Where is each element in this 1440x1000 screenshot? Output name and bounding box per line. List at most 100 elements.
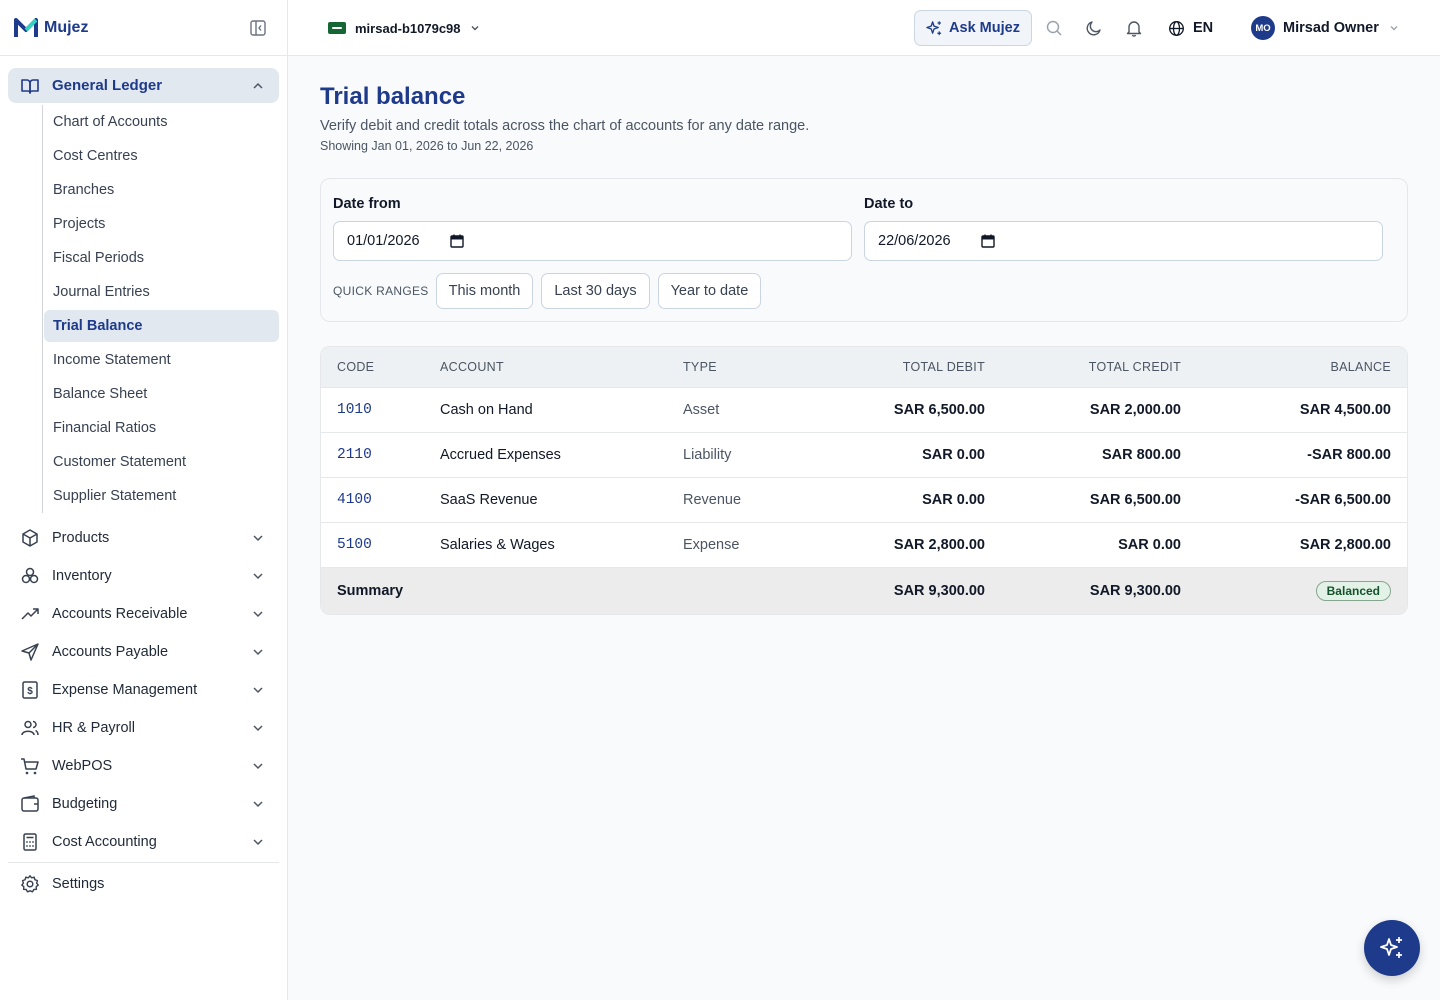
chevron-down-icon xyxy=(253,687,263,694)
account-code-link[interactable]: 1010 xyxy=(321,387,424,433)
summary-total-credit: SAR 9,300.00 xyxy=(1001,567,1197,614)
topbar: mirsad-b1079c98 Ask Mujez EN MO Mirsad O… xyxy=(288,0,1440,56)
column-header-total-debit[interactable]: TOTAL DEBIT xyxy=(797,347,1001,388)
total-debit: SAR 0.00 xyxy=(797,432,1001,478)
send-icon xyxy=(21,643,39,661)
ask-mujez-button[interactable]: Ask Mujez xyxy=(914,10,1032,46)
account-code-link[interactable]: 2110 xyxy=(321,432,424,478)
sparkles-icon xyxy=(1380,937,1402,958)
sidebar-nav: General Ledger Chart of Accounts Cost Ce… xyxy=(0,56,287,903)
filter-card: Date from 01/01/2026 Date to 22/06/2026 … xyxy=(320,178,1408,322)
sidebar-item-customer-statement[interactable]: Customer Statement xyxy=(44,445,279,479)
table-row: 4100 SaaS Revenue Revenue SAR 0.00 SAR 6… xyxy=(321,477,1407,523)
total-credit: SAR 6,500.00 xyxy=(1001,477,1197,523)
sidebar-submenu: Chart of Accounts Cost Centres Branches … xyxy=(42,105,279,513)
search-icon[interactable] xyxy=(1045,19,1063,37)
calendar-icon[interactable] xyxy=(980,234,995,248)
chevron-down-icon xyxy=(253,611,263,618)
sidebar-item-financial-ratios[interactable]: Financial Ratios xyxy=(44,411,279,445)
account-name: Salaries & Wages xyxy=(424,522,667,568)
sidebar-item-accounts-payable[interactable]: Accounts Payable xyxy=(8,633,279,671)
account-code-link[interactable]: 4100 xyxy=(321,477,424,523)
summary-label: Summary xyxy=(321,567,797,614)
column-header-balance[interactable]: BALANCE xyxy=(1197,347,1407,388)
workspace-switcher[interactable]: mirsad-b1079c98 xyxy=(320,14,489,42)
column-header-total-credit[interactable]: TOTAL CREDIT xyxy=(1001,347,1197,388)
summary-status-cell: Balanced xyxy=(1197,567,1407,614)
sidebar-group-general-ledger[interactable]: General Ledger xyxy=(8,68,279,103)
table-row: 2110 Accrued Expenses Liability SAR 0.00… xyxy=(321,432,1407,478)
balance: -SAR 800.00 xyxy=(1197,432,1407,478)
sidebar-item-cost-accounting[interactable]: Cost Accounting xyxy=(8,823,279,861)
sidebar-item-expense-management[interactable]: $ Expense Management xyxy=(8,671,279,709)
book-open-icon xyxy=(21,78,39,94)
sidebar-item-label: Expense Management xyxy=(52,682,198,698)
sidebar-item-label: Accounts Payable xyxy=(52,644,169,660)
sidebar-item-settings[interactable]: Settings xyxy=(8,865,279,903)
date-to-label: Date to xyxy=(864,196,914,212)
account-type: Revenue xyxy=(667,477,797,523)
sidebar-item-label: Products xyxy=(52,530,110,546)
balance: SAR 2,800.00 xyxy=(1197,522,1407,568)
table-row: 1010 Cash on Hand Asset SAR 6,500.00 SAR… xyxy=(321,387,1407,433)
sidebar-item-chart-of-accounts[interactable]: Chart of Accounts xyxy=(44,105,279,139)
date-range-summary: Showing Jan 01, 2026 to Jun 22, 2026 xyxy=(320,139,534,153)
calendar-icon[interactable] xyxy=(449,234,464,248)
sparkles-icon xyxy=(926,20,942,35)
bell-icon[interactable] xyxy=(1125,19,1143,37)
brand-name: Mujez xyxy=(44,18,89,36)
moon-icon[interactable] xyxy=(1085,19,1103,37)
table-header-row: CODE ACCOUNT TYPE TOTAL DEBIT TOTAL CRED… xyxy=(321,347,1407,388)
sidebar-collapse-icon[interactable] xyxy=(249,19,267,37)
trial-balance-table: CODE ACCOUNT TYPE TOTAL DEBIT TOTAL CRED… xyxy=(320,346,1408,615)
sidebar-item-fiscal-periods[interactable]: Fiscal Periods xyxy=(44,241,279,275)
sidebar-item-journal-entries[interactable]: Journal Entries xyxy=(44,275,279,309)
table-row: 5100 Salaries & Wages Expense SAR 2,800.… xyxy=(321,522,1407,568)
column-header-code[interactable]: CODE xyxy=(321,347,424,388)
quick-range-this-month-button[interactable]: This month xyxy=(435,273,534,309)
user-menu[interactable]: MO Mirsad Owner xyxy=(1251,14,1400,42)
quick-range-year-to-date-button[interactable]: Year to date xyxy=(657,273,762,309)
sidebar-item-branches[interactable]: Branches xyxy=(44,173,279,207)
date-to-input[interactable]: 22/06/2026 xyxy=(864,221,1383,261)
total-credit: SAR 0.00 xyxy=(1001,522,1197,568)
sidebar-item-webpos[interactable]: WebPOS xyxy=(8,747,279,785)
account-name: Cash on Hand xyxy=(424,387,667,433)
chevron-down-icon xyxy=(253,573,263,580)
quick-ranges-label: QUICK RANGES xyxy=(333,284,429,298)
chevron-down-icon xyxy=(253,725,263,732)
account-name: Accrued Expenses xyxy=(424,432,667,478)
chevron-down-icon xyxy=(471,26,479,31)
column-header-account[interactable]: ACCOUNT xyxy=(424,347,667,388)
sidebar-item-cost-centres[interactable]: Cost Centres xyxy=(44,139,279,173)
quick-range-last-30-days-button[interactable]: Last 30 days xyxy=(541,273,650,309)
sidebar-item-products[interactable]: Products xyxy=(8,519,279,557)
svg-text:$: $ xyxy=(27,686,33,697)
sidebar-item-budgeting[interactable]: Budgeting xyxy=(8,785,279,823)
total-credit: SAR 800.00 xyxy=(1001,432,1197,478)
summary-row: Summary SAR 9,300.00 SAR 9,300.00 Balanc… xyxy=(321,567,1407,614)
avatar: MO xyxy=(1251,16,1275,40)
date-from-input[interactable]: 01/01/2026 xyxy=(333,221,852,261)
account-code-link[interactable]: 5100 xyxy=(321,522,424,568)
account-type: Expense xyxy=(667,522,797,568)
sidebar-item-hr-payroll[interactable]: HR & Payroll xyxy=(8,709,279,747)
total-debit: SAR 2,800.00 xyxy=(797,522,1001,568)
sidebar-item-projects[interactable]: Projects xyxy=(44,207,279,241)
sidebar-item-inventory[interactable]: Inventory xyxy=(8,557,279,595)
chevron-down-icon xyxy=(253,763,263,770)
column-header-type[interactable]: TYPE xyxy=(667,347,797,388)
language-switcher[interactable]: EN xyxy=(1168,16,1213,40)
sidebar-item-balance-sheet[interactable]: Balance Sheet xyxy=(44,377,279,411)
wallet-icon xyxy=(21,795,39,812)
ask-mujez-label: Ask Mujez xyxy=(949,20,1020,36)
total-debit: SAR 0.00 xyxy=(797,477,1001,523)
page-description: Verify debit and credit totals across th… xyxy=(320,118,810,134)
sidebar-item-accounts-receivable[interactable]: Accounts Receivable xyxy=(8,595,279,633)
workspace-name: mirsad-b1079c98 xyxy=(355,20,461,36)
sidebar-item-supplier-statement[interactable]: Supplier Statement xyxy=(44,479,279,513)
sidebar-item-trial-balance[interactable]: Trial Balance xyxy=(44,310,279,342)
ai-assistant-fab[interactable] xyxy=(1364,920,1420,976)
sidebar-item-label: Budgeting xyxy=(52,796,118,812)
sidebar-item-income-statement[interactable]: Income Statement xyxy=(44,343,279,377)
